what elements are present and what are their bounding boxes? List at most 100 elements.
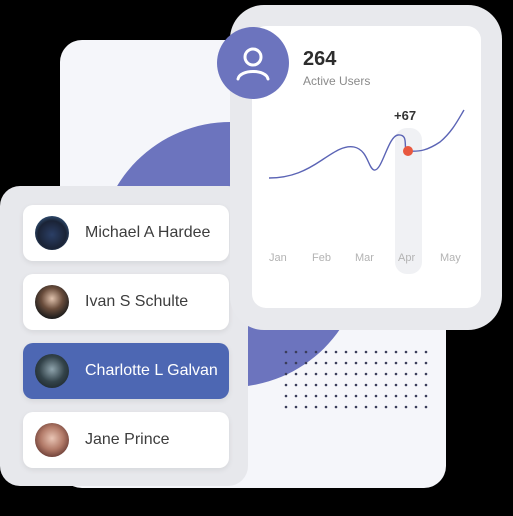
month-label-may: May [440, 252, 461, 264]
highlight-point [403, 146, 413, 156]
decor-dot [414, 383, 418, 387]
avatar [35, 285, 69, 319]
decor-dot [404, 394, 408, 398]
decor-dot [404, 405, 408, 409]
decor-dot [334, 405, 338, 409]
decor-dot [334, 383, 338, 387]
avatar [35, 216, 69, 250]
decor-dot [424, 361, 428, 365]
decor-dot [374, 350, 378, 354]
decor-dot [414, 372, 418, 376]
decor-dot [404, 383, 408, 387]
decor-dot [384, 361, 388, 365]
decor-dot [424, 350, 428, 354]
decor-dot [414, 350, 418, 354]
decor-dot [424, 383, 428, 387]
decor-dot [354, 394, 358, 398]
user-row-jane-prince[interactable]: Jane Prince [23, 412, 229, 468]
dot-pattern [284, 350, 428, 409]
decor-dot [344, 383, 348, 387]
decor-dot [304, 383, 308, 387]
user-row-charlotte-l-galvan[interactable]: Charlotte L Galvan [23, 343, 229, 399]
user-name: Michael A Hardee [85, 224, 211, 241]
user-icon-badge [217, 27, 289, 99]
decor-dot [364, 350, 368, 354]
decor-dot [354, 361, 358, 365]
user-name: Charlotte L Galvan [85, 362, 218, 379]
decor-dot [414, 361, 418, 365]
decor-dot [284, 372, 288, 376]
decor-dot [354, 405, 358, 409]
active-users-line-chart [268, 109, 465, 179]
decor-dot [394, 405, 398, 409]
decor-dot [354, 383, 358, 387]
decor-dot [394, 350, 398, 354]
decor-dot [334, 350, 338, 354]
decor-dot [394, 394, 398, 398]
avatar [35, 354, 69, 388]
series-line [268, 109, 465, 179]
decor-dot [324, 394, 328, 398]
decor-dot [294, 394, 298, 398]
decor-dot [314, 350, 318, 354]
decor-dot [344, 405, 348, 409]
decor-dot [384, 394, 388, 398]
decor-dot [284, 383, 288, 387]
decor-dot [304, 350, 308, 354]
decor-dot [294, 372, 298, 376]
decor-dot [324, 383, 328, 387]
decor-dot [374, 405, 378, 409]
decor-dot [304, 361, 308, 365]
decor-dot [384, 405, 388, 409]
decor-dot [304, 394, 308, 398]
user-name: Ivan S Schulte [85, 293, 189, 310]
active-users-label: Active Users [303, 74, 371, 88]
decor-dot [364, 383, 368, 387]
decor-dot [344, 350, 348, 354]
decor-dot [394, 361, 398, 365]
decor-dot [404, 361, 408, 365]
decor-dot [314, 383, 318, 387]
decor-dot [294, 383, 298, 387]
month-label-mar: Mar [355, 252, 374, 264]
user-name: Jane Prince [85, 431, 170, 448]
decor-dot [364, 361, 368, 365]
decor-dot [424, 372, 428, 376]
decor-dot [284, 405, 288, 409]
decor-dot [284, 361, 288, 365]
decor-dot [374, 394, 378, 398]
decor-dot [364, 372, 368, 376]
decor-dot [304, 372, 308, 376]
decor-dot [294, 350, 298, 354]
active-users-count: 264 [303, 48, 337, 70]
decor-dot [364, 405, 368, 409]
decor-dot [354, 350, 358, 354]
decor-dot [394, 383, 398, 387]
decor-dot [334, 372, 338, 376]
decor-dot [314, 372, 318, 376]
decor-dot [354, 372, 358, 376]
decor-dot [344, 361, 348, 365]
decor-dot [384, 383, 388, 387]
decor-dot [334, 394, 338, 398]
decor-dot [344, 394, 348, 398]
decor-dot [344, 372, 348, 376]
user-row-ivan-s-schulte[interactable]: Ivan S Schulte [23, 274, 229, 330]
decor-dot [424, 405, 428, 409]
decor-dot [424, 394, 428, 398]
decor-dot [374, 372, 378, 376]
decor-dot [314, 394, 318, 398]
decor-dot [314, 405, 318, 409]
month-label-apr: Apr [398, 252, 416, 264]
decor-dot [414, 394, 418, 398]
decor-dot [414, 405, 418, 409]
decor-dot [324, 372, 328, 376]
month-label-feb: Feb [312, 252, 331, 264]
decor-dot [294, 405, 298, 409]
month-label-jan: Jan [269, 252, 287, 264]
user-icon [236, 47, 270, 81]
user-row-michael-a-hardee[interactable]: Michael A Hardee [23, 205, 229, 261]
decor-dot [304, 405, 308, 409]
decor-dot [284, 394, 288, 398]
decor-dot [404, 372, 408, 376]
